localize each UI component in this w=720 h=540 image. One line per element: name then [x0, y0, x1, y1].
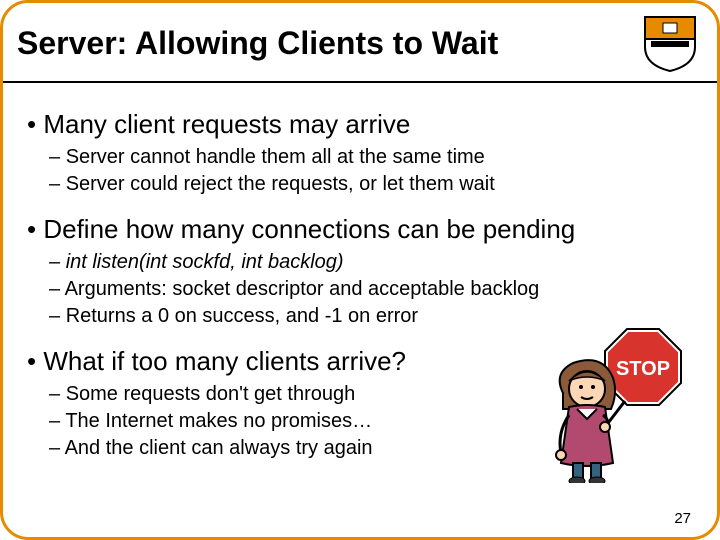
bullet-1-sub-2: Server could reject the requests, or let… — [49, 171, 697, 198]
stop-sign-icon: STOP — [605, 329, 681, 405]
princeton-shield-icon — [643, 13, 697, 73]
page-number: 27 — [674, 510, 691, 527]
girl-icon — [556, 360, 615, 483]
bullet-2-sub-2: Arguments: socket descriptor and accepta… — [49, 276, 697, 303]
bullet-1: Many client requests may arrive — [27, 109, 697, 140]
stop-sign-text: STOP — [616, 358, 670, 380]
bullet-2-sub-1: int listen(int sockfd, int backlog) — [49, 249, 697, 276]
bullet-1-sub-1: Server cannot handle them all at the sam… — [49, 144, 697, 171]
bullet-2: Define how many connections can be pendi… — [27, 214, 697, 245]
title-row: Server: Allowing Clients to Wait — [3, 3, 717, 83]
slide-title: Server: Allowing Clients to Wait — [17, 25, 498, 62]
stop-sign-girl-illustration: STOP — [533, 323, 683, 483]
slide: Server: Allowing Clients to Wait Many cl… — [0, 0, 720, 540]
